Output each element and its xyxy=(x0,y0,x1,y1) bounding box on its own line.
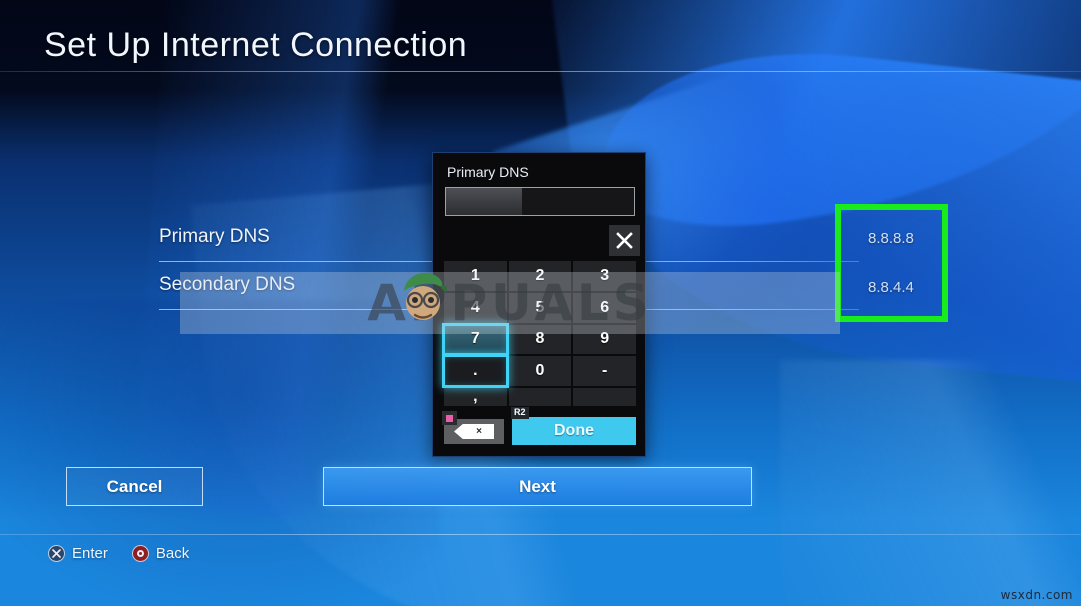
keypad-text-input[interactable] xyxy=(445,187,635,216)
site-watermark: wsxdn.com xyxy=(1000,588,1073,602)
keypad-key-8[interactable]: 8 xyxy=(508,324,572,355)
ps4-network-settings-screen: Set Up Internet Connection Primary DNS S… xyxy=(0,0,1081,606)
cancel-button[interactable]: Cancel xyxy=(66,467,203,506)
backspace-icon[interactable]: × xyxy=(442,411,504,444)
header-divider xyxy=(0,71,1081,72)
keypad-key-empty xyxy=(508,388,572,406)
status-bar-divider xyxy=(0,534,1081,535)
background-swoosh xyxy=(780,360,1081,606)
close-icon[interactable] xyxy=(609,225,640,256)
keypad-key-6[interactable]: 6 xyxy=(573,292,636,323)
backspace-glyph: × xyxy=(454,424,494,439)
keypad-footer: × R2 Done xyxy=(442,407,636,445)
backspace-glyph-label: × xyxy=(476,425,482,437)
background-swoosh xyxy=(585,31,1081,389)
keypad-key-,[interactable]: , xyxy=(444,388,507,406)
keypad-key-.[interactable]: . xyxy=(442,354,509,388)
page-header: Set Up Internet Connection xyxy=(0,0,1081,80)
cross-button-icon xyxy=(48,545,65,562)
next-button[interactable]: Next xyxy=(323,467,752,506)
keypad-key-5[interactable]: 5 xyxy=(508,292,572,323)
keypad-key-2[interactable]: 2 xyxy=(508,261,572,291)
status-item-enter[interactable]: Enter xyxy=(48,545,108,562)
keypad-key-1[interactable]: 1 xyxy=(444,261,507,291)
keypad-key-empty xyxy=(573,388,636,406)
r2-shortcut-badge: R2 xyxy=(511,407,529,419)
onscreen-keypad-dialog: Primary DNS 123 456 789.0-, × R2 Done xyxy=(432,152,646,457)
status-item-back[interactable]: Back xyxy=(131,545,190,562)
status-item-label: Enter xyxy=(72,545,108,562)
cancel-button-label: Cancel xyxy=(106,476,163,496)
keypad-key--[interactable]: - xyxy=(573,356,636,386)
keypad-key-0[interactable]: 0 xyxy=(508,356,572,386)
keypad-done-button[interactable]: R2 Done xyxy=(511,407,636,445)
page-title: Set Up Internet Connection xyxy=(44,26,468,64)
dns-values-highlight-box xyxy=(835,204,948,322)
circle-button-icon xyxy=(131,545,149,562)
keypad-key-4[interactable]: 4 xyxy=(444,292,507,323)
keypad-input-caret-block xyxy=(446,188,522,215)
next-button-label: Next xyxy=(519,476,556,496)
square-button-icon xyxy=(442,411,457,425)
keypad-key-grid: 123 456 789.0-, xyxy=(442,261,636,406)
keypad-done-label: Done xyxy=(554,422,594,439)
keypad-key-7[interactable]: 7 xyxy=(442,322,509,357)
status-item-label: Back xyxy=(155,545,190,562)
status-bar: Enter Back xyxy=(48,545,189,562)
keypad-key-9[interactable]: 9 xyxy=(573,324,636,355)
keypad-field-label: Primary DNS xyxy=(447,164,529,180)
keypad-key-3[interactable]: 3 xyxy=(573,261,636,291)
